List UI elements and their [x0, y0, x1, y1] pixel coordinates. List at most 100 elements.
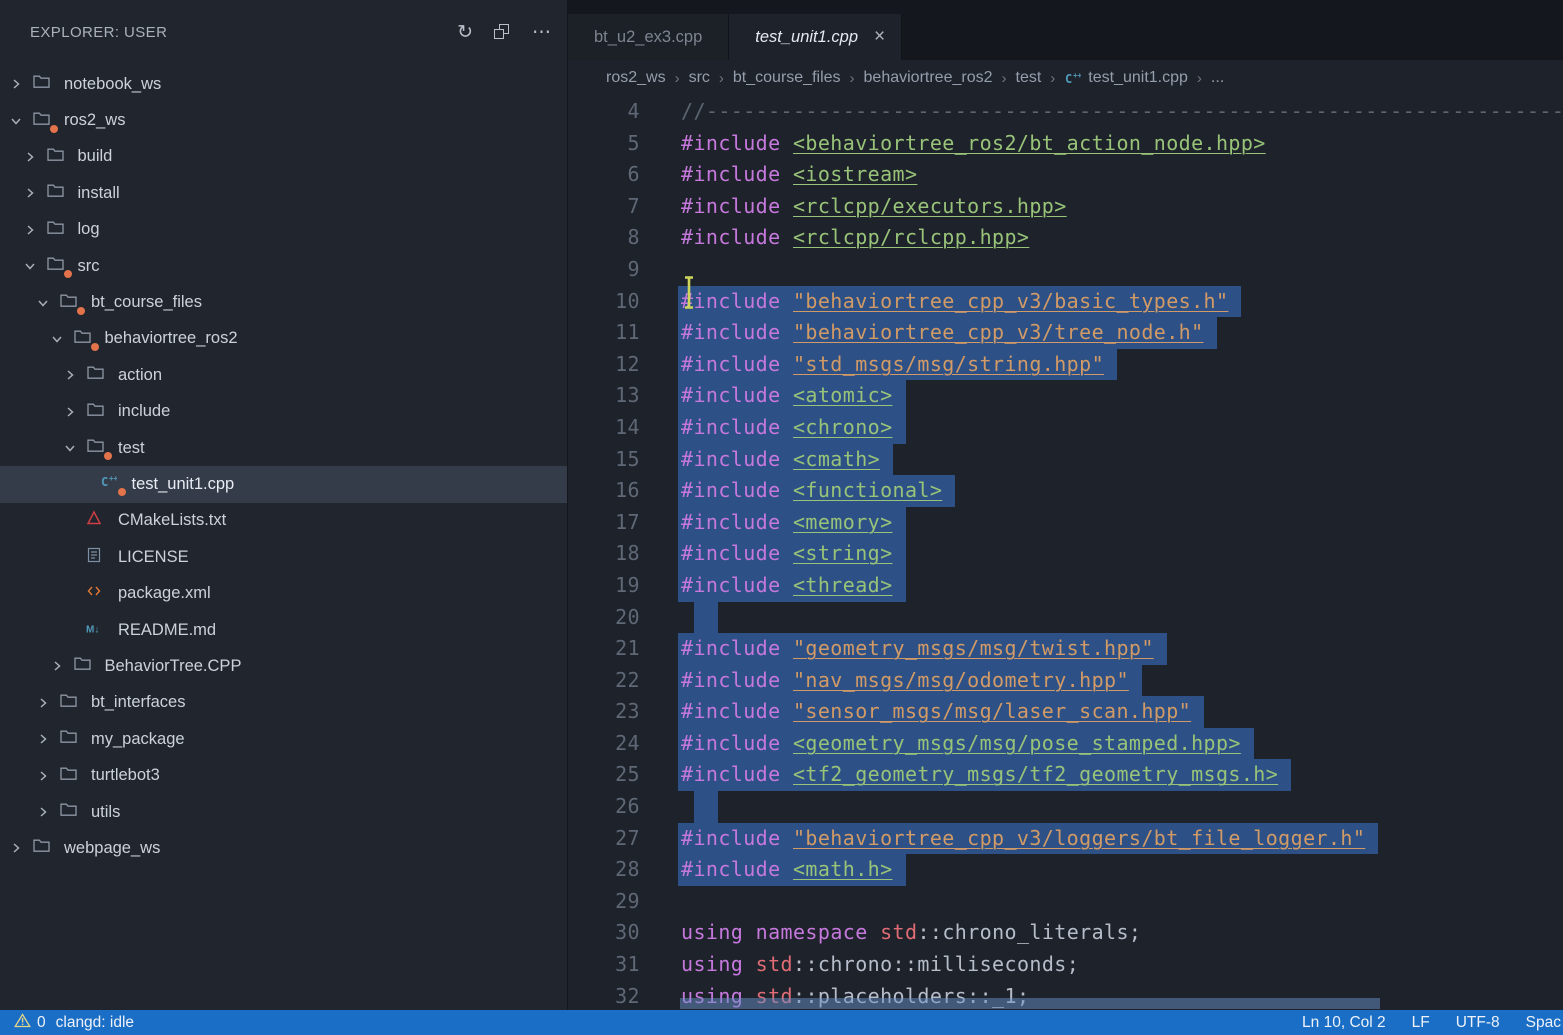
code-line-6[interactable]: 6#include <iostream> [568, 159, 1563, 191]
xml-icon [86, 583, 102, 604]
tab-test-unit1-cpp[interactable]: test_unit1.cpp × [729, 14, 902, 60]
tree-item-my-package[interactable]: my_package [0, 721, 567, 757]
code-line-10[interactable]: 10#include "behaviortree_cpp_v3/basic_ty… [568, 286, 1563, 318]
chevron-right-icon[interactable] [37, 770, 59, 782]
code-line-21[interactable]: 21#include "geometry_msgs/msg/twist.hpp" [568, 633, 1563, 665]
chevron-right-icon[interactable] [10, 842, 32, 854]
breadcrumb-item-test[interactable]: test [1016, 69, 1042, 87]
line-number: 26 [568, 791, 640, 823]
item-icon-wrap [46, 255, 70, 277]
line-number: 27 [568, 823, 640, 855]
chevron-right-icon[interactable] [64, 406, 86, 418]
chevron-right-icon[interactable] [64, 369, 86, 381]
chevron-right-icon[interactable] [10, 78, 32, 90]
code-line-22[interactable]: 22#include "nav_msgs/msg/odometry.hpp" [568, 665, 1563, 697]
code-line-12[interactable]: 12#include "std_msgs/msg/string.hpp" [568, 349, 1563, 381]
more-actions-icon[interactable]: ⋯ [532, 23, 551, 42]
code-line-27[interactable]: 27#include "behaviortree_cpp_v3/loggers/… [568, 823, 1563, 855]
tree-item-build[interactable]: build [0, 139, 567, 175]
folder-icon [86, 401, 105, 423]
code-line-23[interactable]: 23#include "sensor_msgs/msg/laser_scan.h… [568, 696, 1563, 728]
code-line-31[interactable]: 31using std::chrono::milliseconds; [568, 949, 1563, 981]
tree-item-cmakelists-txt[interactable]: CMakeLists.txt [0, 503, 567, 539]
tree-item-package-xml[interactable]: package.xml [0, 575, 567, 611]
code-line-24[interactable]: 24#include <geometry_msgs/msg/pose_stamp… [568, 728, 1563, 760]
chevron-down-icon[interactable] [64, 442, 86, 454]
chevron-right-icon[interactable] [37, 806, 59, 818]
code-line-16[interactable]: 16#include <functional> [568, 475, 1563, 507]
code-line-15[interactable]: 15#include <cmath> [568, 444, 1563, 476]
tree-item-readme-md[interactable]: M↓README.md [0, 612, 567, 648]
tree-item-notebook-ws[interactable]: notebook_ws [0, 66, 567, 102]
eol-indicator[interactable]: LF [1412, 1014, 1430, 1032]
tree-item-install[interactable]: install [0, 175, 567, 211]
code-line-8[interactable]: 8#include <rclcpp/rclcpp.hpp> [568, 222, 1563, 254]
breadcrumb-item-test-unit1-cpp[interactable]: test_unit1.cpp [1088, 69, 1188, 87]
workbench-body: EXPLORER: USER ↻ ⋯ notebook_wsros2_wsbui… [0, 0, 1563, 1010]
folder-icon [59, 765, 78, 787]
tree-item-action[interactable]: action [0, 357, 567, 393]
language-server-status[interactable]: clangd: idle [56, 1014, 134, 1032]
chevron-down-icon[interactable] [51, 333, 73, 345]
chevron-right-icon[interactable] [24, 224, 46, 236]
code-line-13[interactable]: 13#include <atomic> [568, 380, 1563, 412]
code-line-25[interactable]: 25#include <tf2_geometry_msgs/tf2_geomet… [568, 759, 1563, 791]
tree-item-behaviortree-cpp[interactable]: BehaviorTree.CPP [0, 648, 567, 684]
chevron-right-icon[interactable] [51, 660, 73, 672]
code-line-28[interactable]: 28#include <math.h> [568, 854, 1563, 886]
code-line-17[interactable]: 17#include <memory> [568, 507, 1563, 539]
collapse-folders-icon[interactable] [493, 23, 512, 41]
code-line-18[interactable]: 18#include <string> [568, 538, 1563, 570]
breadcrumb-item-bt-course-files[interactable]: bt_course_files [733, 69, 841, 87]
refresh-icon[interactable]: ↻ [457, 23, 473, 42]
encoding-indicator[interactable]: UTF-8 [1456, 1014, 1500, 1032]
indentation-indicator[interactable]: Spac [1526, 1014, 1561, 1032]
tree-item-test-unit1-cpp[interactable]: C++test_unit1.cpp [0, 466, 567, 502]
chevron-down-icon[interactable] [24, 260, 46, 272]
breadcrumb-item-behaviortree-ros2[interactable]: behaviortree_ros2 [864, 69, 993, 87]
chevron-down-icon[interactable] [10, 115, 32, 127]
chevron-right-icon[interactable] [37, 733, 59, 745]
code-line-19[interactable]: 19#include <thread> [568, 570, 1563, 602]
code-line-content: #include "behaviortree_cpp_v3/tree_node.… [640, 317, 1217, 349]
tree-item-turtlebot3[interactable]: turtlebot3 [0, 757, 567, 793]
close-tab-icon[interactable]: × [874, 26, 885, 48]
code-line-29[interactable]: 29 [568, 886, 1563, 918]
code-line-5[interactable]: 5#include <behaviortree_ros2/bt_action_n… [568, 128, 1563, 160]
tab-bt-u2-ex3-cpp[interactable]: bt_u2_ex3.cpp [568, 14, 729, 60]
code-line-26[interactable]: 26 [568, 791, 1563, 823]
code-line-14[interactable]: 14#include <chrono> [568, 412, 1563, 444]
code-line-9[interactable]: 9 [568, 254, 1563, 286]
code-editor[interactable]: 4//-------------------------------------… [568, 96, 1563, 1010]
chevron-right-icon[interactable] [24, 151, 46, 163]
chevron-right-icon[interactable] [24, 187, 46, 199]
status-left: 0 clangd: idle [14, 1013, 144, 1033]
chevron-right-icon[interactable] [37, 697, 59, 709]
tree-item-bt-course-files[interactable]: bt_course_files [0, 284, 567, 320]
breadcrumb-item-ros2-ws[interactable]: ros2_ws [606, 69, 666, 87]
horizontal-scrollbar[interactable] [680, 998, 1380, 1009]
tree-item-license[interactable]: LICENSE [0, 539, 567, 575]
code-line-20[interactable]: 20 [568, 602, 1563, 634]
code-line-4[interactable]: 4//-------------------------------------… [568, 96, 1563, 128]
folder-icon [86, 437, 105, 459]
tree-item-src[interactable]: src [0, 248, 567, 284]
tree-item-webpage-ws[interactable]: webpage_ws [0, 830, 567, 866]
tree-item-behaviortree-ros2[interactable]: behaviortree_ros2 [0, 321, 567, 357]
tree-item-ros2-ws[interactable]: ros2_ws [0, 102, 567, 138]
item-icon-wrap [59, 801, 83, 823]
tree-item-bt-interfaces[interactable]: bt_interfaces [0, 685, 567, 721]
code-line-7[interactable]: 7#include <rclcpp/executors.hpp> [568, 191, 1563, 223]
code-line-11[interactable]: 11#include "behaviortree_cpp_v3/tree_nod… [568, 317, 1563, 349]
tree-item-test[interactable]: test [0, 430, 567, 466]
tree-item-utils[interactable]: utils [0, 794, 567, 830]
chevron-down-icon[interactable] [37, 297, 59, 309]
tree-item-log[interactable]: log [0, 212, 567, 248]
breadcrumb-item-more[interactable]: ... [1211, 69, 1224, 87]
problems-indicator[interactable]: 0 [14, 1013, 46, 1033]
cursor-position[interactable]: Ln 10, Col 2 [1302, 1014, 1386, 1032]
code-line-30[interactable]: 30using namespace std::chrono_literals; [568, 917, 1563, 949]
tree-item-include[interactable]: include [0, 394, 567, 430]
folder-icon [59, 292, 78, 314]
breadcrumb-item-src[interactable]: src [689, 69, 710, 87]
